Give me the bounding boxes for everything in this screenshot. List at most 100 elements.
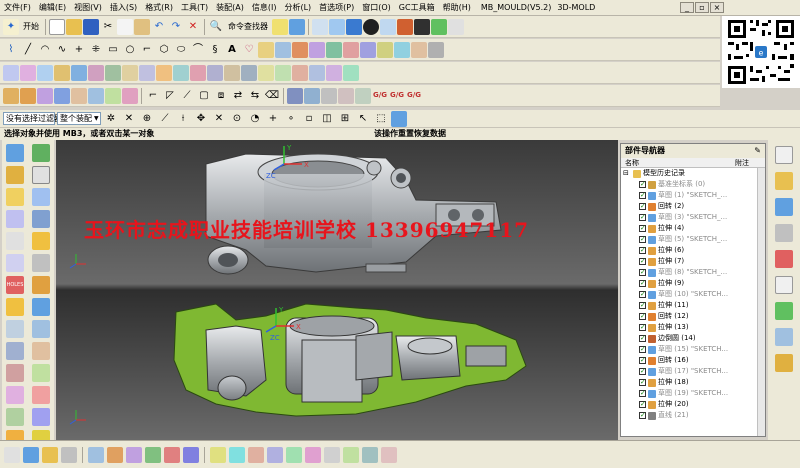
global-shaping-icon[interactable] [343,64,359,81]
enlarge-icon[interactable] [326,64,342,81]
resource-system-icon[interactable] [775,302,793,320]
snap-grid-icon[interactable]: ⊞ [337,111,353,127]
cylinder-icon[interactable] [6,188,24,206]
revolve-tool-icon[interactable] [20,87,36,104]
assembly-scope-select[interactable]: 整个装配 ▼ [57,112,101,125]
menu-gc-toolkit[interactable]: GC工具箱 [395,2,439,13]
bottom-tool-5-icon[interactable] [88,446,104,463]
navigator-scrollbar[interactable] [757,168,765,436]
fillet-icon[interactable]: ⌐ [139,42,155,58]
check-geometry-icon[interactable] [32,386,50,404]
delete-face-icon[interactable]: ⌫ [264,88,280,104]
resource-web-icon[interactable] [775,250,793,268]
holes-icon[interactable]: HOLES [6,276,24,294]
tree-item[interactable]: 草图 (15) "SKETCH... [621,344,765,355]
tree-item[interactable]: 拉伸 (7) [621,256,765,267]
law-extension-icon[interactable] [173,64,189,81]
visibility-checkbox[interactable] [639,234,646,245]
visibility-checkbox[interactable] [639,179,646,190]
menu-tools[interactable]: 工具(T) [177,2,212,13]
extrude-tool-icon[interactable] [3,87,19,104]
point-set-icon[interactable]: ⁜ [88,42,104,58]
visibility-checkbox[interactable] [639,355,646,366]
visibility-checkbox[interactable] [639,410,646,421]
visibility-checkbox[interactable] [639,278,646,289]
tree-item[interactable]: 拉伸 (9) [621,278,765,289]
patch-icon[interactable] [207,64,223,81]
bottom-tool-6-icon[interactable] [107,446,123,463]
resource-part-icon[interactable] [775,198,793,216]
save-icon[interactable] [83,18,99,35]
menu-insert[interactable]: 插入(S) [106,2,141,13]
visibility-checkbox[interactable] [639,267,646,278]
bottom-tool-12-icon[interactable] [229,446,245,463]
bottom-tool-4-icon[interactable] [61,446,77,463]
sphere-icon[interactable] [6,210,24,228]
snap-point-icon[interactable]: ⊕ [139,111,155,127]
selection-filter-select[interactable]: 没有选择过滤器▼ [3,112,69,125]
ellipse-icon[interactable]: ⬭ [173,42,189,58]
edit-curve-icon[interactable] [411,41,427,58]
tree-item[interactable]: 拉伸 (18) [621,377,765,388]
move-face-icon[interactable]: ⇆ [247,88,263,104]
visibility-checkbox[interactable] [639,256,646,267]
section-view-icon[interactable] [32,364,50,382]
tree-item[interactable]: 拉伸 (11) [621,300,765,311]
roles-icon[interactable] [272,18,288,35]
resource-roles-icon[interactable] [775,354,793,372]
gc-data-icon[interactable]: G/G [406,88,422,104]
pocket-icon[interactable] [71,87,87,104]
pattern-icon[interactable] [287,87,303,104]
fit-icon[interactable] [329,18,345,35]
redo-icon[interactable]: ↷ [168,19,184,35]
swept-icon[interactable] [54,64,70,81]
shading-icon[interactable] [363,18,379,35]
heart-icon[interactable]: ♡ [241,42,257,58]
circle-icon[interactable]: ○ [122,42,138,58]
modeling-icon[interactable] [289,18,305,35]
line-icon[interactable]: ╱ [20,42,36,58]
mirror-icon[interactable] [304,87,320,104]
visibility-checkbox[interactable] [639,366,646,377]
subtract-icon[interactable] [338,87,354,104]
ruled-icon[interactable] [88,64,104,81]
visibility-checkbox[interactable] [639,212,646,223]
blend-icon[interactable]: ⌐ [145,88,161,104]
datum-axis-icon[interactable] [32,188,50,206]
bottom-tool-1-icon[interactable] [4,446,20,463]
layer-icon[interactable] [431,18,447,35]
menu-info[interactable]: 信息(I) [248,2,281,13]
wireframe-icon[interactable] [380,18,396,35]
wrap-curve-icon[interactable] [326,41,342,58]
restore-button[interactable]: ▫ [695,2,709,13]
thread-icon[interactable] [6,342,24,360]
tree-item[interactable]: 回转 (12) [621,311,765,322]
bottom-tool-19-icon[interactable] [362,446,378,463]
new-icon[interactable] [49,18,65,35]
cone-icon[interactable] [6,232,24,250]
visibility-checkbox[interactable] [639,300,646,311]
visibility-checkbox[interactable] [639,388,646,399]
menu-help[interactable]: 帮助(H) [439,2,475,13]
helix-icon[interactable]: § [207,42,223,58]
bottom-tool-2-icon[interactable] [23,446,39,463]
render-icon[interactable] [397,18,413,35]
bottom-tool-14-icon[interactable] [267,446,283,463]
through-mesh-icon[interactable] [37,64,53,81]
sew-icon[interactable] [190,64,206,81]
tree-root[interactable]: ⊟ 模型历史记录 [621,168,765,179]
copy-icon[interactable] [117,18,133,35]
paste-icon[interactable] [134,18,150,35]
bottom-tool-16-icon[interactable] [305,446,321,463]
measure-angle-icon[interactable] [32,320,50,338]
arc-icon[interactable]: ◠ [37,42,53,58]
bottom-tool-9-icon[interactable] [164,446,180,463]
close-button[interactable]: × [710,2,724,13]
tree-item[interactable]: 拉伸 (20) [621,399,765,410]
split-body-icon[interactable] [6,386,24,404]
draft-icon[interactable]: ⟋ [179,88,195,104]
bottom-tool-10-icon[interactable] [183,446,199,463]
delete-icon[interactable]: ✕ [185,19,201,35]
extract-body-icon[interactable] [32,210,50,228]
select-all-icon[interactable]: ✲ [103,111,119,127]
